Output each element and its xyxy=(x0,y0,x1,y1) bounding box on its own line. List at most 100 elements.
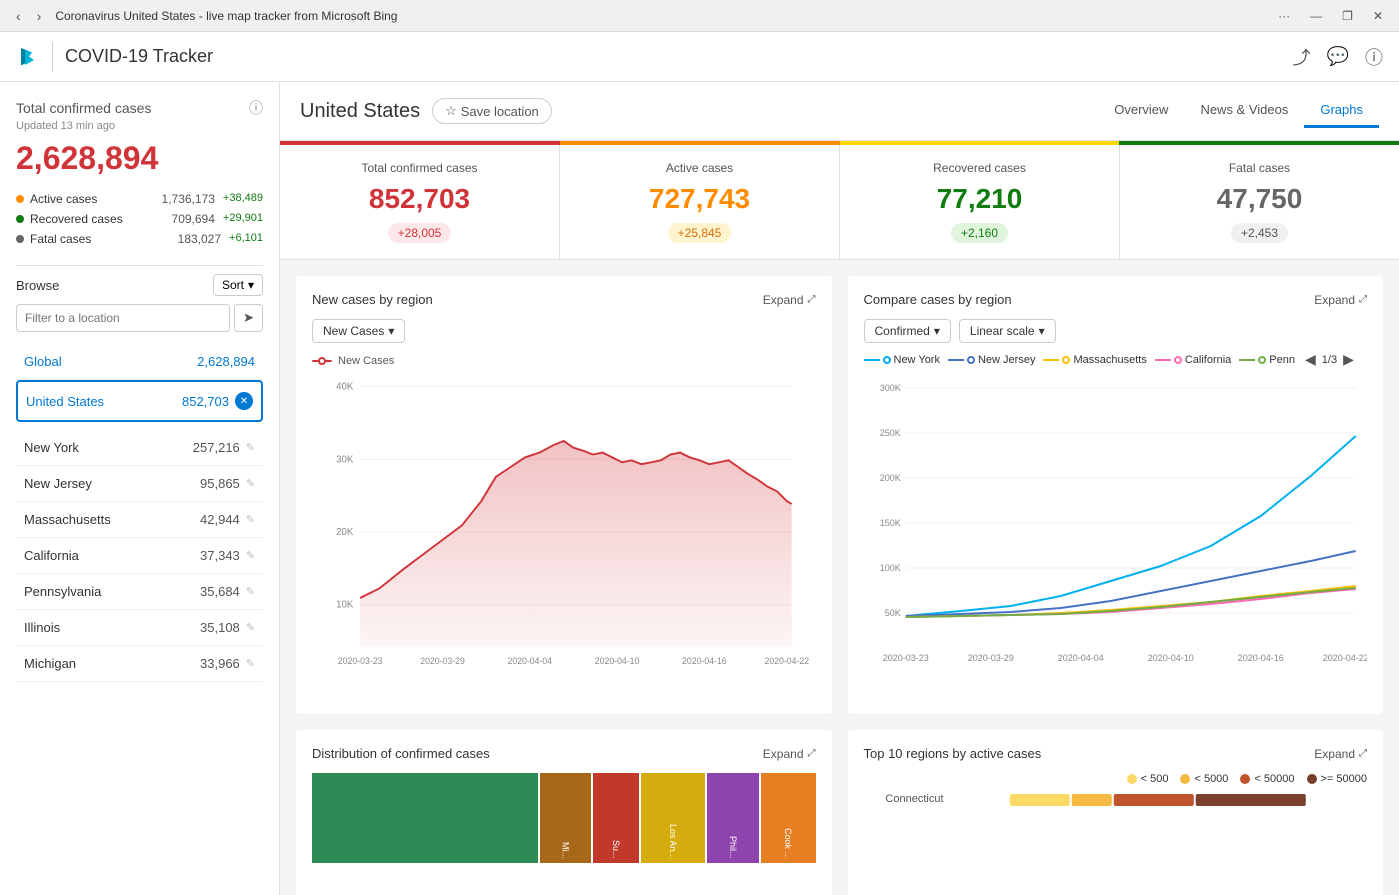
new-cases-chart: 40K 30K 20K 10K xyxy=(312,375,816,698)
compare-chart-panel: Compare cases by region Expand ⤢ Confirm… xyxy=(848,276,1384,714)
new-cases-title: New cases by region xyxy=(312,292,433,307)
gte50000-dot-icon xyxy=(1307,774,1317,784)
expand-distribution-button[interactable]: Expand ⤢ xyxy=(763,747,816,761)
svg-text:2020-04-10: 2020-04-10 xyxy=(595,656,640,666)
location-item-michigan[interactable]: Michigan 33,966 ✎ xyxy=(16,646,263,682)
appbar: COVID-19 Tracker ⤴ 💬 ⓘ xyxy=(0,32,1399,82)
location-spacer xyxy=(16,422,263,430)
top10-title: Top 10 regions by active cases xyxy=(864,746,1042,761)
restore-button[interactable]: ❐ xyxy=(1336,7,1359,25)
location-item-us[interactable]: United States 852,703 ✕ xyxy=(16,380,263,422)
chart-legend: New Cases xyxy=(312,355,816,367)
feedback-button[interactable]: 💬 xyxy=(1327,44,1349,70)
svg-text:2020-04-22: 2020-04-22 xyxy=(1322,653,1367,663)
star-icon: ☆ xyxy=(445,103,457,119)
location-item-california[interactable]: California 37,343 ✎ xyxy=(16,538,263,574)
tab-news[interactable]: News & Videos xyxy=(1184,94,1304,128)
svg-text:250K: 250K xyxy=(879,428,900,438)
stat-card-confirmed: Total confirmed cases 852,703 +28,005 xyxy=(280,145,560,259)
active-change: +38,489 xyxy=(223,192,263,206)
nj-dot-icon xyxy=(967,356,975,364)
forward-button[interactable]: › xyxy=(31,6,48,26)
share-button[interactable]: ⤴ xyxy=(1293,44,1311,70)
legend-nav: ◀ 1/3 ▶ xyxy=(1303,351,1356,368)
content-nav: Overview News & Videos Graphs xyxy=(1098,94,1379,128)
location-item-newyork[interactable]: New York 257,216 ✎ xyxy=(16,430,263,466)
legend-line-icon xyxy=(312,360,332,362)
expand-icon: ⤢ xyxy=(1359,748,1367,759)
fatal-change: +6,101 xyxy=(229,232,263,246)
fatal-value: 47,750 xyxy=(1140,183,1379,215)
distribution-title: Distribution of confirmed cases xyxy=(312,746,490,761)
lt500-dot-icon xyxy=(1127,774,1137,784)
expand-compare-button[interactable]: Expand ⤢ xyxy=(1314,293,1367,307)
svg-text:2020-04-16: 2020-04-16 xyxy=(682,656,727,666)
fatal-badge: +2,453 xyxy=(1231,223,1288,243)
location-button[interactable]: ➤ xyxy=(234,304,263,332)
confirmed-dropdown[interactable]: Confirmed ▾ xyxy=(864,319,951,343)
penn-legend-icon xyxy=(1239,359,1255,361)
svg-text:2020-04-10: 2020-04-10 xyxy=(1147,653,1193,663)
compare-legend: New York New Jersey Massachusetts xyxy=(864,351,1368,368)
chevron-down-icon: ▾ xyxy=(1039,324,1045,338)
active-cases-stat: Active cases 1,736,173 +38,489 xyxy=(16,189,263,209)
penn-dot-icon xyxy=(1258,356,1266,364)
next-legend-button[interactable]: ▶ xyxy=(1341,351,1356,368)
expand-new-cases-button[interactable]: Expand ⤢ xyxy=(763,293,816,307)
location-item-newjersey[interactable]: New Jersey 95,865 ✎ xyxy=(16,466,263,502)
scale-dropdown[interactable]: Linear scale ▾ xyxy=(959,319,1056,343)
save-location-button[interactable]: ☆ Save location xyxy=(432,98,552,124)
expand-top10-button[interactable]: Expand ⤢ xyxy=(1314,747,1367,761)
dist-bar-3: Su... xyxy=(593,773,638,863)
ca-legend-icon xyxy=(1155,359,1171,361)
svg-text:2020-04-16: 2020-04-16 xyxy=(1237,653,1283,663)
svg-text:100K: 100K xyxy=(879,563,900,573)
location-item-illinois[interactable]: Illinois 35,108 ✎ xyxy=(16,610,263,646)
active-label: Active cases xyxy=(30,192,97,206)
location-item-pennsylvania[interactable]: Pennsylvania 35,684 ✎ xyxy=(16,574,263,610)
recovered-dot-icon xyxy=(16,215,24,223)
page-title: Coronavirus United States - live map tra… xyxy=(55,9,397,23)
close-button[interactable]: ✕ xyxy=(1367,7,1389,25)
edit-icon: ✎ xyxy=(246,657,255,670)
dist-bar-1 xyxy=(312,773,538,863)
dist-bar-5: Phil... xyxy=(707,773,759,863)
stats-cards: Total confirmed cases 852,703 +28,005 Ac… xyxy=(280,145,1399,260)
sort-button[interactable]: Sort ▾ xyxy=(213,274,263,296)
chevron-down-icon: ▾ xyxy=(248,278,254,292)
sidebar-total-title: Total confirmed cases ⓘ xyxy=(16,98,263,118)
location-item-global[interactable]: Global 2,628,894 xyxy=(16,344,263,380)
more-button[interactable]: ··· xyxy=(1272,7,1296,25)
svg-text:2020-03-29: 2020-03-29 xyxy=(967,653,1013,663)
new-cases-dropdown[interactable]: New Cases ▾ xyxy=(312,319,405,343)
filter-input[interactable] xyxy=(16,304,230,332)
tab-overview[interactable]: Overview xyxy=(1098,94,1184,128)
edit-icon: ✎ xyxy=(246,477,255,490)
ca-dot-icon xyxy=(1174,356,1182,364)
minimize-button[interactable]: — xyxy=(1304,7,1328,25)
ny-dot-icon xyxy=(883,356,891,364)
svg-text:200K: 200K xyxy=(879,473,900,483)
info-button[interactable]: ⓘ xyxy=(1365,44,1383,70)
fatal-label: Fatal cases xyxy=(30,232,91,246)
location-item-massachusetts[interactable]: Massachusetts 42,944 ✎ xyxy=(16,502,263,538)
svg-text:50K: 50K xyxy=(884,608,900,618)
content-location: United States xyxy=(300,100,420,123)
charts-section: New cases by region Expand ⤢ New Cases ▾ xyxy=(280,260,1399,730)
chart-controls: New Cases ▾ xyxy=(312,319,816,343)
titlebar-controls: ··· — ❐ ✕ xyxy=(1272,7,1389,25)
sidebar-total-number: 2,628,894 xyxy=(16,140,263,177)
back-button[interactable]: ‹ xyxy=(10,6,27,26)
svg-text:300K: 300K xyxy=(879,383,900,393)
ma-dot-icon xyxy=(1062,356,1070,364)
recovered-count: 709,694 xyxy=(172,212,215,226)
selected-badge: ✕ xyxy=(235,392,253,410)
tab-graphs[interactable]: Graphs xyxy=(1304,94,1379,128)
recovered-cases-stat: Recovered cases 709,694 +29,901 xyxy=(16,209,263,229)
main-layout: Total confirmed cases ⓘ Updated 13 min a… xyxy=(0,82,1399,895)
edit-icon: ✎ xyxy=(246,549,255,562)
svg-text:20K: 20K xyxy=(336,527,354,538)
prev-legend-button[interactable]: ◀ xyxy=(1303,351,1318,368)
svg-text:30K: 30K xyxy=(336,454,354,465)
ma-legend-icon xyxy=(1043,359,1059,361)
